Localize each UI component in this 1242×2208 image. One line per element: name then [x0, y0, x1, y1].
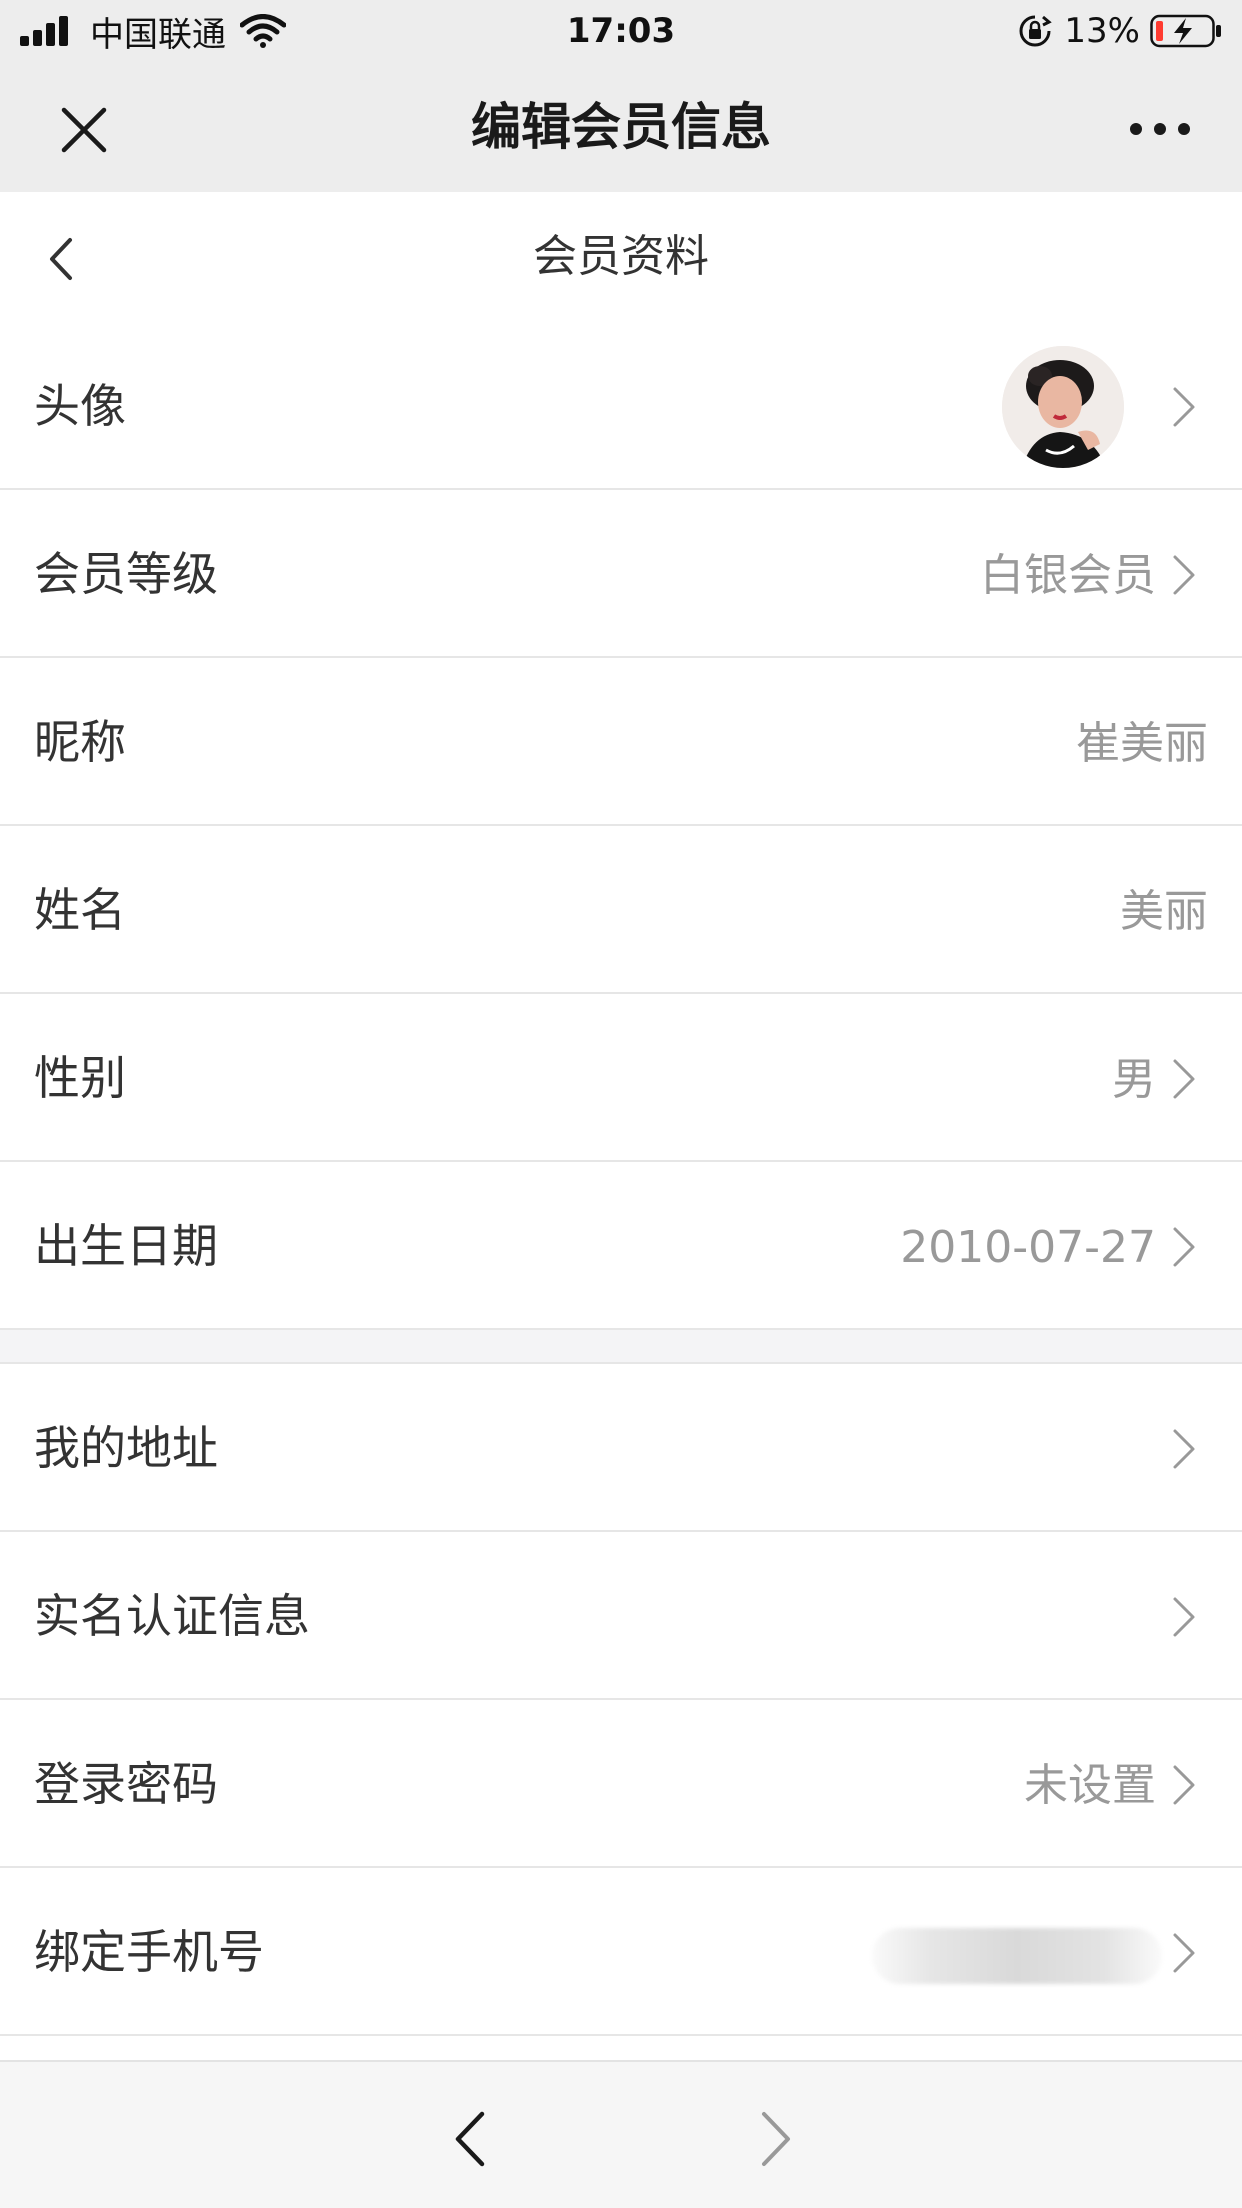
row-label: 出生日期 — [34, 1219, 218, 1273]
row-label: 头像 — [34, 379, 126, 433]
profile-list: 头像 会员等级 白银会员 昵称 崔美丽 姓名 美丽 性别 男 出生日期 2010… — [0, 322, 1242, 2036]
avatar — [1002, 346, 1124, 468]
row-label: 姓名 — [34, 883, 126, 937]
chevron-right-icon — [1173, 555, 1195, 595]
row-label: 昵称 — [34, 715, 126, 769]
chevron-right-icon — [1173, 1597, 1195, 1637]
bind-phone-row[interactable]: 绑定手机号 — [0, 1868, 1242, 2036]
row-value: 白银会员 — [980, 550, 1156, 601]
name-row: 姓名 美丽 — [0, 826, 1242, 994]
avatar-image — [1002, 346, 1124, 468]
nickname-row: 昵称 崔美丽 — [0, 658, 1242, 826]
battery-charging-icon — [1150, 14, 1221, 48]
login-password-row[interactable]: 登录密码 未设置 — [0, 1700, 1242, 1868]
row-value: 2010-07-27 — [900, 1222, 1156, 1273]
bottom-toolbar — [0, 2060, 1242, 2208]
row-label: 性别 — [34, 1051, 126, 1105]
row-label: 我的地址 — [34, 1421, 218, 1475]
row-value: 男 — [1112, 1054, 1156, 1105]
row-value: 美丽 — [1120, 886, 1208, 937]
page-header: 会员资料 — [0, 192, 1242, 322]
birthday-row[interactable]: 出生日期 2010-07-27 — [0, 1162, 1242, 1330]
nav-bar: 编辑会员信息 — [0, 62, 1242, 192]
status-right: 13% — [1018, 8, 1224, 54]
row-label: 会员等级 — [34, 547, 218, 601]
browser-back-icon[interactable] — [452, 2110, 488, 2168]
browser-forward-icon[interactable] — [758, 2110, 794, 2168]
chevron-right-icon — [1173, 1059, 1195, 1099]
row-label: 绑定手机号 — [34, 1925, 264, 1979]
section-divider — [0, 1330, 1242, 1364]
avatar-row[interactable]: 头像 — [0, 322, 1242, 490]
real-name-verification-row[interactable]: 实名认证信息 — [0, 1532, 1242, 1700]
row-value: 崔美丽 — [1076, 718, 1208, 769]
address-row[interactable]: 我的地址 — [0, 1364, 1242, 1532]
member-level-row[interactable]: 会员等级 白银会员 — [0, 490, 1242, 658]
row-label: 实名认证信息 — [34, 1589, 310, 1643]
row-value: 未设置 — [1024, 1760, 1156, 1811]
more-icon[interactable] — [1128, 114, 1192, 144]
page-title: 会员资料 — [533, 231, 709, 282]
gender-row[interactable]: 性别 男 — [0, 994, 1242, 1162]
blurred-phone-number — [872, 1928, 1162, 1984]
chevron-right-icon — [1173, 1227, 1195, 1267]
chevron-right-icon — [1173, 387, 1195, 427]
chevron-right-icon — [1173, 1933, 1195, 1973]
battery-percent: 13% — [1064, 11, 1140, 51]
rotation-lock-icon — [1019, 15, 1053, 47]
row-label: 登录密码 — [34, 1757, 218, 1811]
chevron-right-icon — [1173, 1429, 1195, 1469]
chevron-right-icon — [1173, 1765, 1195, 1805]
status-bar: 中国联通 17:03 13% — [0, 0, 1242, 62]
nav-title: 编辑会员信息 — [471, 98, 771, 156]
